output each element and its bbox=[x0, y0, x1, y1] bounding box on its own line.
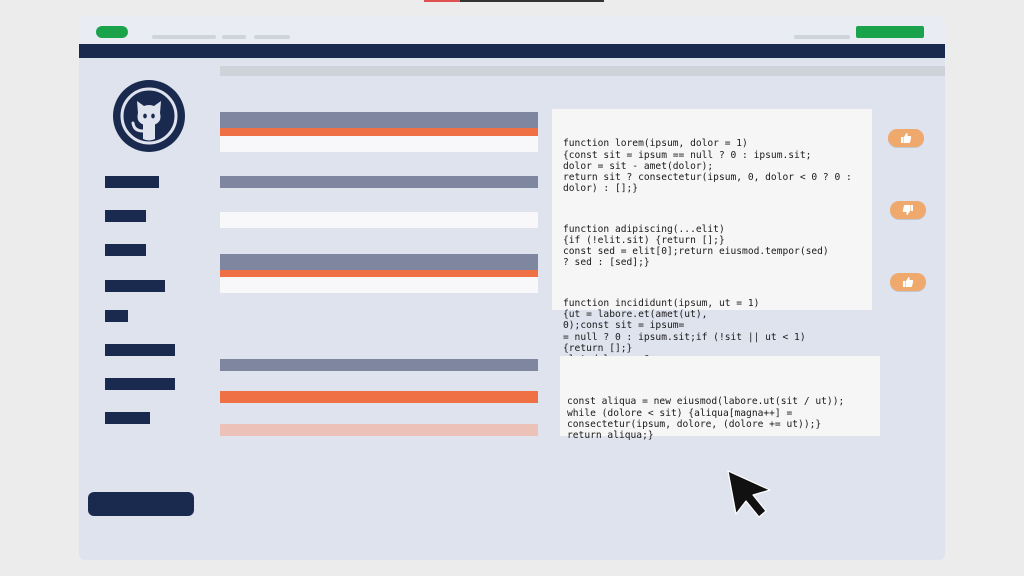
code-panel-secondary: const aliqua = new eiusmod(labore.ut(sit… bbox=[560, 356, 880, 441]
content-bar-gray-2 bbox=[220, 176, 538, 188]
tab-placeholder-3[interactable] bbox=[254, 35, 290, 39]
content-bar-orange-1 bbox=[220, 128, 538, 136]
code-block-aliqua: const aliqua = new eiusmod(labore.ut(sit… bbox=[567, 396, 845, 442]
address-placeholder bbox=[794, 35, 850, 39]
sidebar-item-2[interactable] bbox=[105, 210, 146, 222]
content-bar-white-2 bbox=[220, 212, 538, 228]
tab-placeholder-2[interactable] bbox=[222, 35, 246, 39]
sidebar-item-8[interactable] bbox=[105, 412, 150, 424]
sidebar-item-4[interactable] bbox=[105, 280, 165, 292]
sidebar-primary-button[interactable] bbox=[88, 492, 194, 516]
top-accent-line bbox=[460, 0, 604, 2]
thumbs-up-icon bbox=[901, 133, 912, 143]
thumbs-down-button[interactable] bbox=[890, 201, 926, 219]
sidebar-item-7[interactable] bbox=[105, 378, 175, 390]
octocat-glyph bbox=[120, 87, 178, 145]
thumbs-up-button-2[interactable] bbox=[890, 273, 926, 291]
content-bar-orange-2 bbox=[220, 270, 538, 277]
content-bar-white-3 bbox=[220, 277, 538, 293]
green-action-button[interactable] bbox=[856, 26, 924, 38]
navigation-bar bbox=[79, 44, 945, 58]
content-bar-gray-4 bbox=[220, 359, 538, 371]
sidebar-item-6[interactable] bbox=[105, 344, 175, 356]
window-control-pill[interactable] bbox=[96, 26, 128, 38]
top-accent-red bbox=[424, 0, 460, 2]
sidebar-item-5[interactable] bbox=[105, 310, 128, 322]
tab-placeholder-1[interactable] bbox=[152, 35, 216, 39]
thumbs-down-icon bbox=[902, 205, 913, 215]
thumbs-up-button-1[interactable] bbox=[888, 129, 924, 147]
mouse-pointer-icon bbox=[724, 468, 776, 525]
sidebar-item-1[interactable] bbox=[105, 176, 159, 188]
breadcrumb bbox=[220, 66, 945, 76]
content-bar-gray-3 bbox=[220, 254, 538, 270]
thumbs-up-icon bbox=[903, 277, 914, 287]
content-bar-orange-3 bbox=[220, 391, 538, 403]
code-panel-main: function lorem(ipsum, dolor = 1) {const … bbox=[552, 109, 872, 376]
content-bar-white-1 bbox=[220, 136, 538, 152]
code-block-adipiscing: function adipiscing(...elit) {if (!elit.… bbox=[563, 223, 829, 269]
code-block-lorem: function lorem(ipsum, dolor = 1) {const … bbox=[563, 138, 852, 195]
github-octocat-icon[interactable] bbox=[113, 80, 185, 152]
content-bar-gray-1 bbox=[220, 112, 538, 128]
content-bar-pink-1 bbox=[220, 424, 538, 436]
title-bar bbox=[79, 16, 945, 44]
sidebar-item-3[interactable] bbox=[105, 244, 146, 256]
